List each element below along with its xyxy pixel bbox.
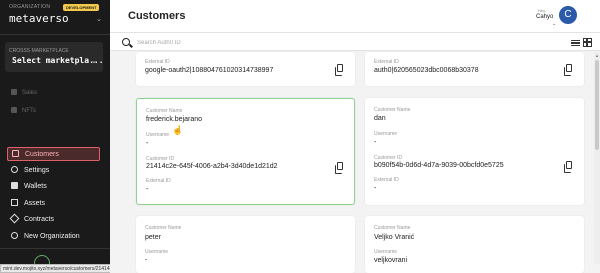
page-header: Customers Hey, Cahyo ⌄ C	[110, 0, 600, 33]
copy-icon[interactable]	[564, 64, 572, 76]
scrollbar-thumb[interactable]	[595, 60, 599, 150]
chevron-down-icon[interactable]: ⌄	[91, 57, 97, 65]
sidebar-item-sales: Sales	[11, 89, 37, 96]
assets-icon	[11, 199, 18, 206]
sidebar-item-label: Assets	[24, 200, 46, 207]
username-value: -	[146, 140, 149, 147]
customer-id-value: b090f54b-0d6d-4d7a-9039-00bcfd0e5725	[374, 162, 504, 169]
scroll-up-icon[interactable]: ▲	[595, 53, 599, 58]
customer-card[interactable]: Customer Name peter Username -	[136, 216, 355, 273]
customer-name-label: Customer Name	[146, 108, 183, 114]
sidebar-item-customers[interactable]: Customers	[7, 147, 100, 161]
chevron-down-icon[interactable]: ⌄	[552, 21, 556, 27]
external-id-label: External ID	[146, 178, 171, 184]
external-id-label: External ID	[374, 177, 399, 183]
page-title: Customers	[128, 10, 186, 22]
external-id-value: -	[146, 186, 149, 193]
grid-view-icon[interactable]	[583, 38, 592, 47]
sidebar-item-label: NFTs	[22, 108, 36, 114]
username-label: Username	[374, 131, 398, 137]
gear-icon	[11, 166, 18, 173]
customer-id-label: Customer ID	[146, 156, 175, 162]
username-label: Username	[146, 132, 170, 138]
user-name[interactable]: Cahyo	[536, 14, 553, 20]
customer-id-label: Customer ID	[374, 155, 403, 161]
contracts-icon	[9, 213, 20, 224]
sidebar-item-contracts[interactable]: Contracts	[7, 213, 100, 227]
copy-icon[interactable]	[335, 64, 343, 76]
sidebar-item-label: Contracts	[24, 216, 54, 223]
environment-badge: DEVELOPMENT	[63, 4, 100, 11]
pointer-cursor-icon: ☝	[172, 125, 184, 135]
customer-card[interactable]: External ID auth0|620565023dbc0068b30378	[365, 52, 584, 86]
username-label: Username	[145, 249, 169, 255]
external-id-value: -	[374, 185, 377, 192]
marketplace-select-value[interactable]: Select marketpla...	[12, 56, 104, 65]
customer-name-value: frederick.bejarano	[146, 116, 203, 123]
org-label: ORGANIZATION	[9, 4, 51, 10]
sidebar-item-settings[interactable]: Settings	[7, 164, 100, 178]
sidebar-item-label: Wallets	[24, 183, 47, 190]
search-input[interactable]	[137, 37, 277, 48]
wallet-icon	[11, 182, 18, 189]
customer-card[interactable]: Customer Name Veljko Vranić Username vel…	[365, 216, 584, 273]
username-value: veljkovrani	[374, 257, 408, 264]
sidebar-item-label: Settings	[24, 167, 50, 174]
customer-card[interactable]: Customer Name frederick.bejarano Usernam…	[136, 98, 355, 205]
customer-name-label: Customer Name	[374, 107, 411, 113]
sales-icon	[11, 89, 17, 95]
customer-name-value: Veljko Vranić	[374, 234, 415, 241]
divider	[0, 248, 110, 249]
org-switcher[interactable]: metaverso	[9, 12, 69, 25]
divider	[0, 34, 110, 35]
customer-id-value: 21414c2e-645f-4006-a2b4-3d40de1d21d2	[146, 163, 278, 170]
external-id-value: google-oauth2|108804761020314738997	[145, 67, 274, 74]
plus-icon	[11, 232, 18, 239]
customer-name-value: dan	[374, 115, 386, 122]
user-greeting: Hey,	[538, 8, 546, 13]
username-value: -	[145, 257, 148, 264]
list-view-icon[interactable]	[571, 40, 580, 46]
username-label: Username	[374, 249, 398, 255]
copy-icon[interactable]	[564, 161, 572, 173]
search-bar	[110, 33, 600, 51]
chevron-down-icon[interactable]: ⌄	[96, 15, 102, 23]
search-icon	[122, 38, 130, 46]
customer-name-value: peter	[145, 234, 161, 241]
external-id-label: External ID	[145, 59, 170, 65]
sidebar-item-label: New Organization	[24, 233, 80, 240]
username-value: -	[374, 139, 377, 146]
sidebar-item-label: Customers	[25, 151, 59, 158]
copy-icon[interactable]	[335, 162, 343, 174]
customer-card[interactable]: External ID google-oauth2|10880476102031…	[136, 52, 355, 86]
sidebar-item-label: Sales	[22, 90, 38, 96]
customer-name-label: Customer Name	[374, 225, 411, 231]
sidebar-item-wallets[interactable]: Wallets	[7, 180, 100, 194]
marketplace-label: CROSSS MARKETPLACE	[9, 48, 69, 54]
customer-card[interactable]: Customer Name dan Username - Customer ID…	[365, 98, 584, 205]
sidebar-item-assets[interactable]: Assets	[7, 197, 100, 211]
avatar[interactable]: C	[559, 6, 577, 24]
main-content: Customers Hey, Cahyo ⌄ C External ID goo…	[110, 0, 600, 273]
external-id-label: External ID	[374, 59, 399, 65]
sidebar: ORGANIZATION DEVELOPMENT metaverso ⌄ CRO…	[0, 0, 110, 273]
sidebar-item-nfts: NFTs	[11, 107, 36, 114]
customers-icon	[12, 150, 19, 157]
customer-name-label: Customer Name	[145, 225, 182, 231]
external-id-value: auth0|620565023dbc0068b30378	[374, 67, 479, 74]
sidebar-item-new-organization[interactable]: New Organization	[7, 230, 100, 244]
nft-icon	[11, 107, 17, 113]
